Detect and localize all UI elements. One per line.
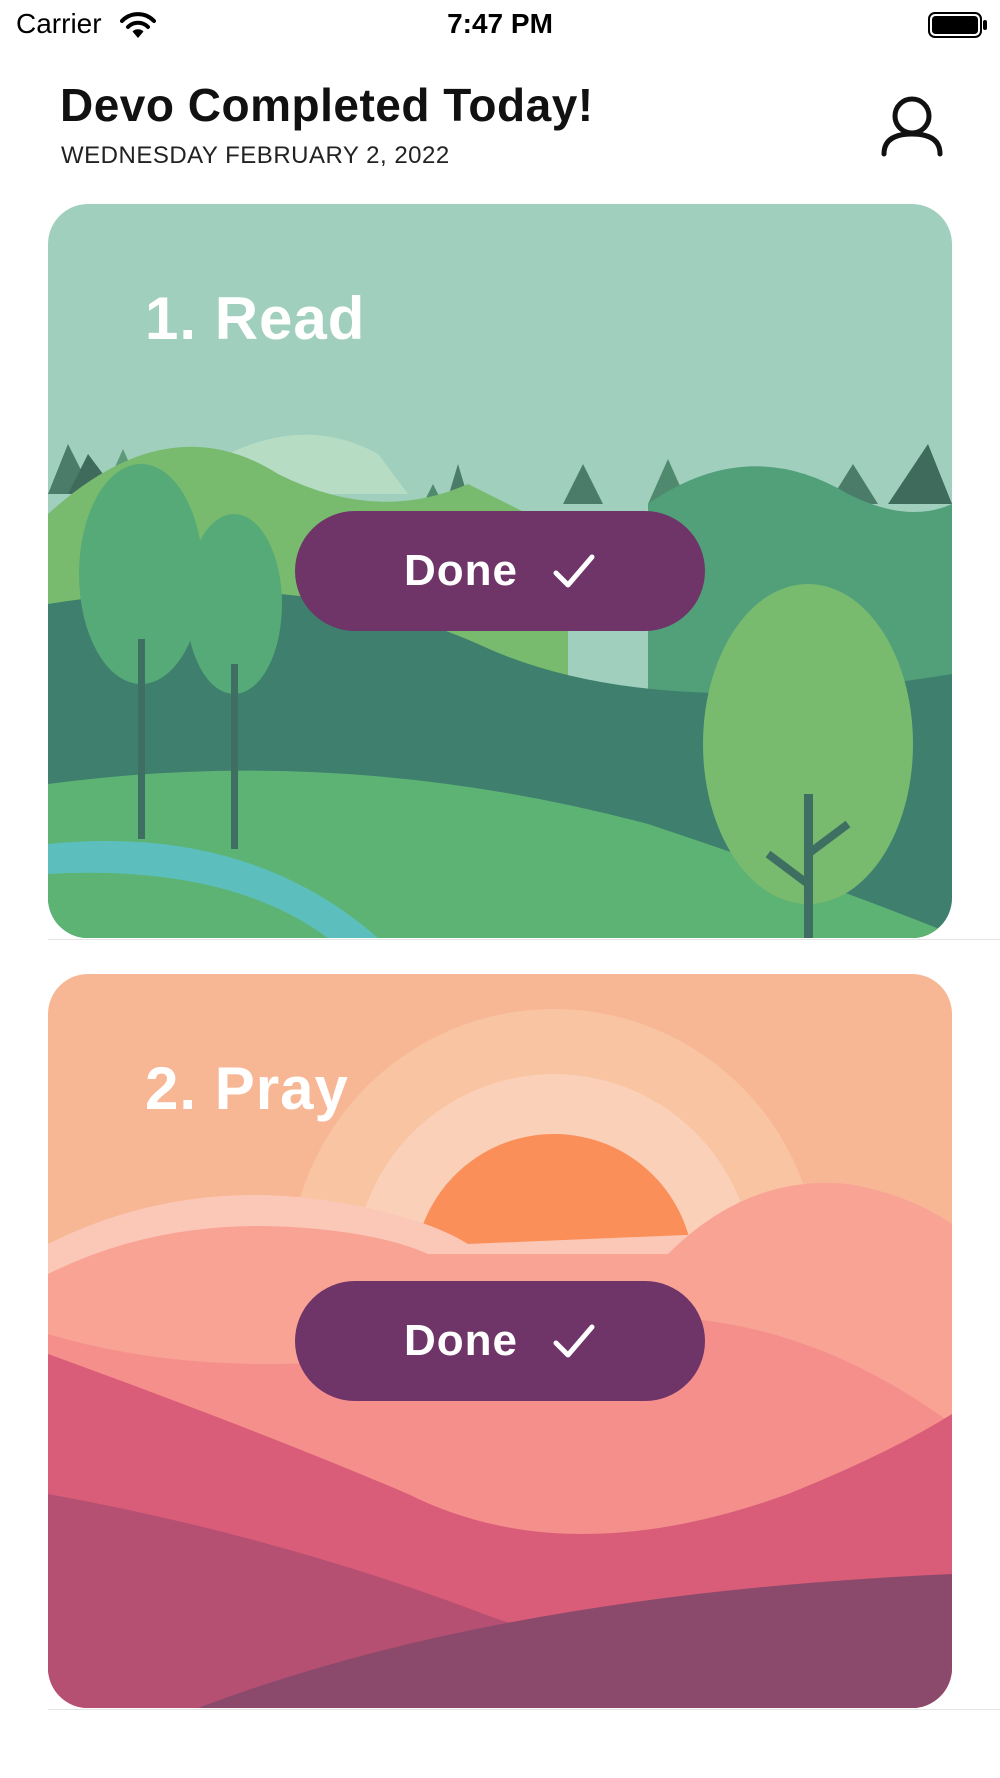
card-title: 2. Pray bbox=[145, 1055, 349, 1122]
profile-icon[interactable] bbox=[880, 94, 944, 162]
battery-icon bbox=[928, 12, 987, 38]
date-label: WEDNESDAY FEBRUARY 2, 2022 bbox=[61, 142, 450, 169]
divider bbox=[48, 1709, 1000, 1710]
checkmark-icon bbox=[553, 554, 595, 588]
done-button[interactable]: Done bbox=[295, 1281, 705, 1401]
devo-card-read[interactable]: 1. Read Done bbox=[48, 204, 952, 938]
clock: 7:47 PM bbox=[447, 8, 553, 39]
divider bbox=[48, 939, 1000, 940]
done-button[interactable]: Done bbox=[295, 511, 705, 631]
devo-card-pray[interactable]: 2. Pray Done bbox=[48, 974, 952, 1708]
done-label: Done bbox=[404, 546, 518, 595]
page-title: Devo Completed Today! bbox=[60, 79, 594, 131]
status-bar: Carrier 7:47 PM bbox=[0, 0, 1000, 50]
checkmark-icon bbox=[553, 1324, 595, 1358]
done-label: Done bbox=[404, 1316, 518, 1365]
card-title: 1. Read bbox=[145, 285, 366, 352]
